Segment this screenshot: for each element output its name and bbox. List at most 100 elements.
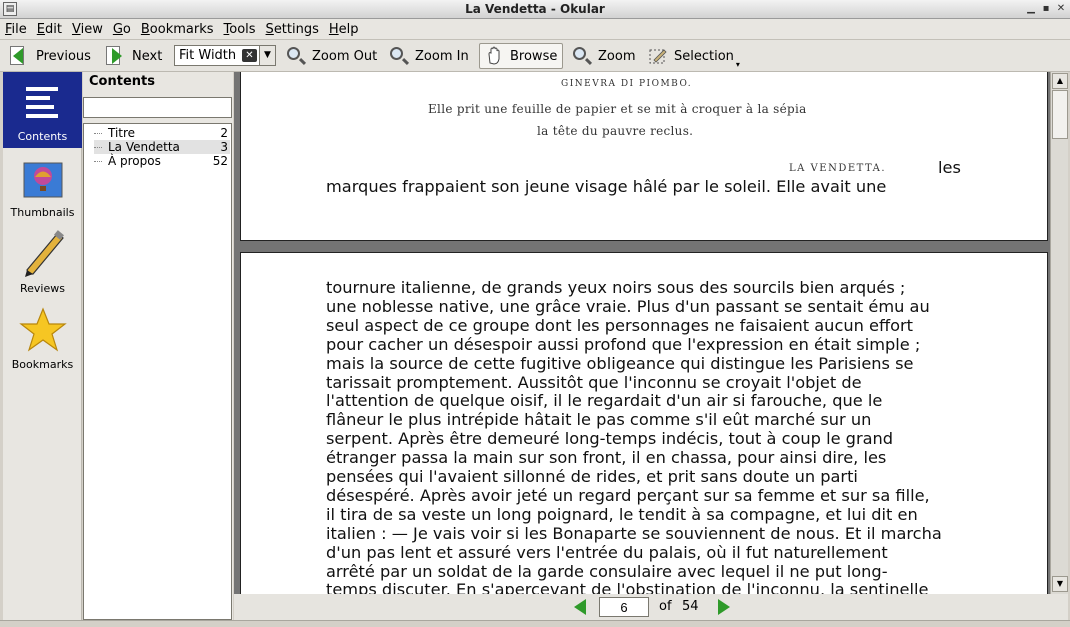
contents-panel: Contents Titre 2 La Vendetta 3 À propos …: [83, 72, 233, 620]
thumbnails-icon: [23, 162, 63, 198]
toc-item[interactable]: À propos 52: [94, 154, 230, 168]
text-line: flâneur le plus intrépide hâtait le pas …: [326, 410, 872, 430]
next-label: Next: [132, 48, 163, 64]
text-line: tarissait promptement. Aussitôt que l'in…: [326, 372, 862, 392]
toc-item-page: 52: [212, 154, 228, 168]
toc-item[interactable]: La Vendetta 3: [94, 140, 230, 154]
document-page: GINEVRA DI PIOMBO. Elle prit une feuille…: [240, 72, 1048, 241]
sidebar-item-label: Thumbnails: [10, 206, 75, 219]
text-line: l'attention de quelque oisif, il le rega…: [326, 391, 883, 411]
zoom-in-icon: [389, 46, 409, 66]
scrollbar-thumb[interactable]: [1052, 90, 1068, 139]
page-navigation-bar: of 54: [234, 594, 1068, 620]
window-bottom-border: [0, 620, 1070, 627]
text-line: désespéré. Après avoir jeté un regard pe…: [326, 485, 930, 505]
close-icon[interactable]: ✕: [1054, 2, 1068, 16]
menu-tools[interactable]: Tools: [219, 19, 261, 40]
scan-footer-text: LA VENDETTA.: [789, 163, 887, 174]
zoom-out-button[interactable]: Zoom Out: [282, 43, 381, 69]
toc-item-page: 2: [220, 126, 228, 140]
browse-label: Browse: [510, 48, 558, 64]
scan-caption-line: la tête du pauvre reclus.: [537, 124, 694, 138]
page-total: 54: [682, 599, 699, 614]
menu-bookmarks[interactable]: Bookmarks: [136, 19, 219, 40]
browse-tool-button[interactable]: Browse: [479, 43, 563, 69]
document-viewer[interactable]: GINEVRA DI PIOMBO. Elle prit une feuille…: [234, 72, 1050, 594]
selection-icon: [648, 46, 668, 66]
clear-icon[interactable]: ✕: [242, 49, 257, 62]
menu-edit[interactable]: Edit: [32, 19, 67, 40]
toc-item-title: La Vendetta: [108, 140, 180, 154]
text-line: temps discuter. En s'apercevant de l'obs…: [326, 580, 929, 594]
text-line: arrêté par un soldat de la garde consula…: [326, 561, 888, 581]
text-line: il tira de sa veste un long poignard, le…: [326, 504, 918, 524]
next-page-arrow-icon[interactable]: [718, 599, 730, 615]
zoom-in-button[interactable]: Zoom In: [385, 43, 473, 69]
maximize-icon[interactable]: ▪: [1039, 2, 1053, 16]
toc-item[interactable]: Titre 2: [94, 126, 230, 140]
document-page: tournure italienne, de grands yeux noirs…: [240, 252, 1048, 594]
text-line: mais la source de cette fugitive obligea…: [326, 353, 914, 373]
menu-help[interactable]: Help: [324, 19, 364, 40]
zoom-tool-icon: [572, 46, 592, 66]
dropdown-arrow-icon[interactable]: ▾: [736, 60, 740, 69]
sidebar-item-thumbnails[interactable]: Thumbnails: [3, 148, 82, 224]
pencil-icon: [25, 230, 64, 277]
previous-page-icon: [10, 46, 30, 66]
contents-icon: [26, 87, 58, 118]
menu-view[interactable]: View: [67, 19, 108, 40]
text-line: pour cacher un désespoir aussi profond q…: [326, 334, 921, 354]
selection-tool-button[interactable]: Selection ▾: [644, 43, 744, 69]
sidebar-item-contents[interactable]: Contents: [3, 72, 82, 148]
text-line: seul aspect de ce groupe dont les person…: [326, 315, 914, 335]
zoom-select[interactable]: Fit Width ✕ ▼: [174, 45, 276, 66]
text-line: pensées qui l'avaient sillonné de rides,…: [326, 467, 858, 486]
zoom-tool-button[interactable]: Zoom: [568, 43, 639, 69]
text-line: d'un pas lent et assuré vers l'entrée du…: [326, 542, 888, 562]
zoom-label: Zoom: [598, 48, 636, 64]
contents-search-input[interactable]: [83, 97, 232, 118]
menu-go[interactable]: Go: [108, 19, 136, 40]
chevron-down-icon[interactable]: ▼: [259, 46, 275, 65]
page-number-input[interactable]: [599, 597, 649, 617]
sidebar-item-reviews[interactable]: Reviews: [3, 224, 82, 300]
scan-header-text: GINEVRA DI PIOMBO.: [561, 79, 693, 89]
scroll-down-icon[interactable]: ▼: [1052, 576, 1068, 592]
next-button[interactable]: Next: [102, 43, 166, 69]
menu-file[interactable]: File: [0, 19, 32, 40]
selection-label: Selection: [674, 48, 734, 64]
page-of-label: of: [659, 599, 672, 614]
text-line: une noblesse native, une grâce vraie. Pl…: [326, 296, 930, 316]
zoom-select-value: Fit Width: [179, 48, 237, 63]
sidebar-item-bookmarks[interactable]: Bookmarks: [3, 300, 82, 376]
toc-item-title: Titre: [108, 126, 136, 140]
title-bar: ▤ La Vendetta - Okular ▁ ▪ ✕: [0, 0, 1070, 19]
star-icon: [19, 307, 67, 352]
minimize-icon[interactable]: ▁: [1024, 2, 1038, 16]
menu-settings[interactable]: Settings: [261, 19, 324, 40]
vertical-scrollbar[interactable]: ▲ ▼: [1050, 72, 1068, 594]
app-menu-icon[interactable]: ▤: [3, 2, 17, 16]
sidebar-item-label: Bookmarks: [11, 358, 74, 371]
text-line: italien : — Je vais voir si les Bonapart…: [326, 523, 942, 543]
text-line: serpent. Après être demeuré long-temps i…: [326, 429, 894, 449]
previous-button[interactable]: Previous: [6, 43, 95, 69]
sidebar-item-label: Reviews: [20, 282, 65, 295]
window-title: La Vendetta - Okular: [465, 2, 605, 16]
previous-page-arrow-icon[interactable]: [574, 599, 586, 615]
text-line: les: [938, 158, 961, 177]
sidebar-item-label: Contents: [17, 130, 68, 143]
text-line: tournure italienne, de grands yeux noirs…: [326, 278, 906, 297]
menu-bar: File Edit View Go Bookmarks Tools Settings Help: [0, 19, 1070, 40]
text-line: étranger passa la main sur son front, il…: [326, 448, 887, 468]
toolbar: Previous Next Fit Width ✕ ▼ Zoom Out Zoo…: [0, 40, 1070, 72]
scan-caption-line: Elle prit une feuille de papier et se mi…: [428, 102, 807, 116]
contents-tree[interactable]: Titre 2 La Vendetta 3 À propos 52: [83, 123, 232, 620]
toc-item-title: À propos: [108, 154, 161, 168]
previous-label: Previous: [36, 48, 91, 64]
contents-panel-title: Contents: [89, 74, 155, 89]
scroll-up-icon[interactable]: ▲: [1052, 73, 1068, 89]
text-line: marques frappaient son jeune visage hâlé…: [326, 177, 887, 196]
toc-item-page: 3: [220, 140, 228, 154]
sidebar: Contents Thumbnails Reviews Bookmarks: [3, 72, 82, 620]
